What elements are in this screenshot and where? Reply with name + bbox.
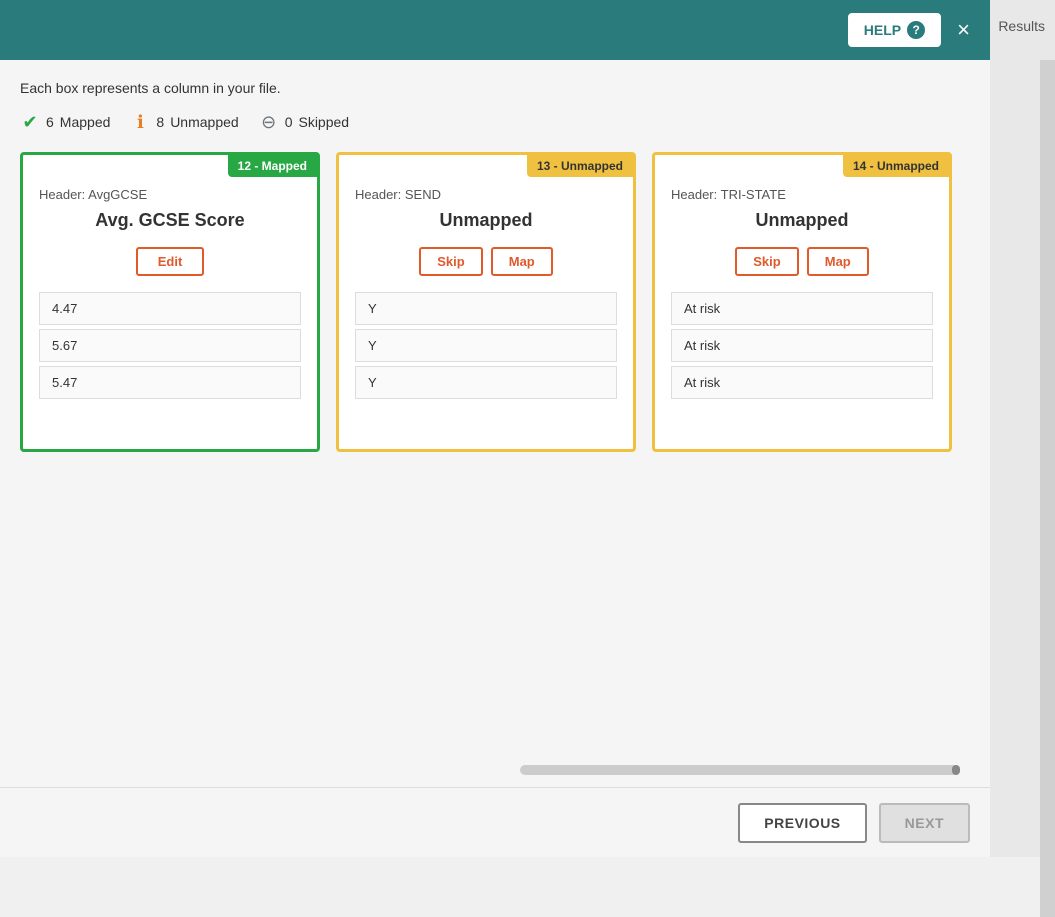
cards-container[interactable]: 12 - Mapped Header: AvgGCSE Avg. GCSE Sc… [20, 152, 970, 757]
description-text: Each box represents a column in your fil… [20, 80, 970, 96]
data-row: 5.67 [39, 329, 301, 362]
card-12: 12 - Mapped Header: AvgGCSE Avg. GCSE Sc… [20, 152, 320, 452]
next-button: NEXT [879, 803, 970, 843]
mapped-label: Mapped [60, 114, 111, 130]
card-13: 13 - Unmapped Header: SEND Unmapped Skip… [336, 152, 636, 452]
card-13-title: Unmapped [355, 210, 617, 231]
data-row: 4.47 [39, 292, 301, 325]
scroll-track [520, 765, 960, 775]
skipped-stat: ⊖ 0 Skipped [259, 112, 349, 132]
card-12-data-rows: 4.47 5.67 5.47 [39, 292, 301, 399]
help-label: HELP [864, 22, 901, 38]
card-13-header: Header: SEND [355, 187, 617, 202]
card-13-actions: Skip Map [355, 247, 617, 276]
horizontal-scrollbar[interactable] [20, 761, 970, 779]
mapped-stat: ✔ 6 Mapped [20, 112, 110, 132]
data-row: At risk [671, 292, 933, 325]
close-button[interactable]: × [949, 15, 978, 45]
data-row: Y [355, 329, 617, 362]
unmapped-label: Unmapped [170, 114, 239, 130]
map-button-13[interactable]: Map [491, 247, 553, 276]
skipped-label: Skipped [298, 114, 349, 130]
card-12-badge: 12 - Mapped [228, 155, 317, 177]
skipped-icon: ⊖ [259, 112, 279, 132]
unmapped-stat: ℹ 8 Unmapped [130, 112, 238, 132]
unmapped-icon: ℹ [130, 112, 150, 132]
scroll-thumb [952, 765, 960, 775]
card-12-title: Avg. GCSE Score [39, 210, 301, 231]
card-14-inner: Header: TRI-STATE Unmapped Skip Map At r… [655, 155, 949, 449]
card-13-inner: Header: SEND Unmapped Skip Map Y Y Y [339, 155, 633, 449]
data-row: Y [355, 292, 617, 325]
card-14-title: Unmapped [671, 210, 933, 231]
data-row: At risk [671, 329, 933, 362]
modal-footer: PREVIOUS NEXT [0, 787, 990, 857]
card-14-actions: Skip Map [671, 247, 933, 276]
data-row: At risk [671, 366, 933, 399]
mapped-count: 6 [46, 114, 54, 130]
unmapped-count: 8 [156, 114, 164, 130]
help-button[interactable]: HELP ? [848, 13, 941, 47]
previous-button[interactable]: PREVIOUS [738, 803, 866, 843]
skip-button-13[interactable]: Skip [419, 247, 482, 276]
data-row: 5.47 [39, 366, 301, 399]
sidebar-scrollbar[interactable] [1040, 60, 1055, 917]
map-button-14[interactable]: Map [807, 247, 869, 276]
data-row: Y [355, 366, 617, 399]
card-12-header: Header: AvgGCSE [39, 187, 301, 202]
card-14-data-rows: At risk At risk At risk [671, 292, 933, 399]
card-14: 14 - Unmapped Header: TRI-STATE Unmapped… [652, 152, 952, 452]
help-icon: ? [907, 21, 925, 39]
stats-row: ✔ 6 Mapped ℹ 8 Unmapped ⊖ 0 Skipped [20, 112, 970, 132]
skip-button-14[interactable]: Skip [735, 247, 798, 276]
mapped-icon: ✔ [20, 112, 40, 132]
card-12-inner: Header: AvgGCSE Avg. GCSE Score Edit 4.4… [23, 155, 317, 449]
card-13-data-rows: Y Y Y [355, 292, 617, 399]
edit-button-12[interactable]: Edit [136, 247, 205, 276]
card-12-actions: Edit [39, 247, 301, 276]
card-14-badge: 14 - Unmapped [843, 155, 949, 177]
card-13-badge: 13 - Unmapped [527, 155, 633, 177]
skipped-count: 0 [285, 114, 293, 130]
results-text: Results [998, 18, 1045, 34]
modal: HELP ? × Each box represents a column in… [0, 0, 990, 857]
modal-header: HELP ? × [0, 0, 990, 60]
card-14-header: Header: TRI-STATE [671, 187, 933, 202]
modal-body: Each box represents a column in your fil… [0, 60, 990, 787]
